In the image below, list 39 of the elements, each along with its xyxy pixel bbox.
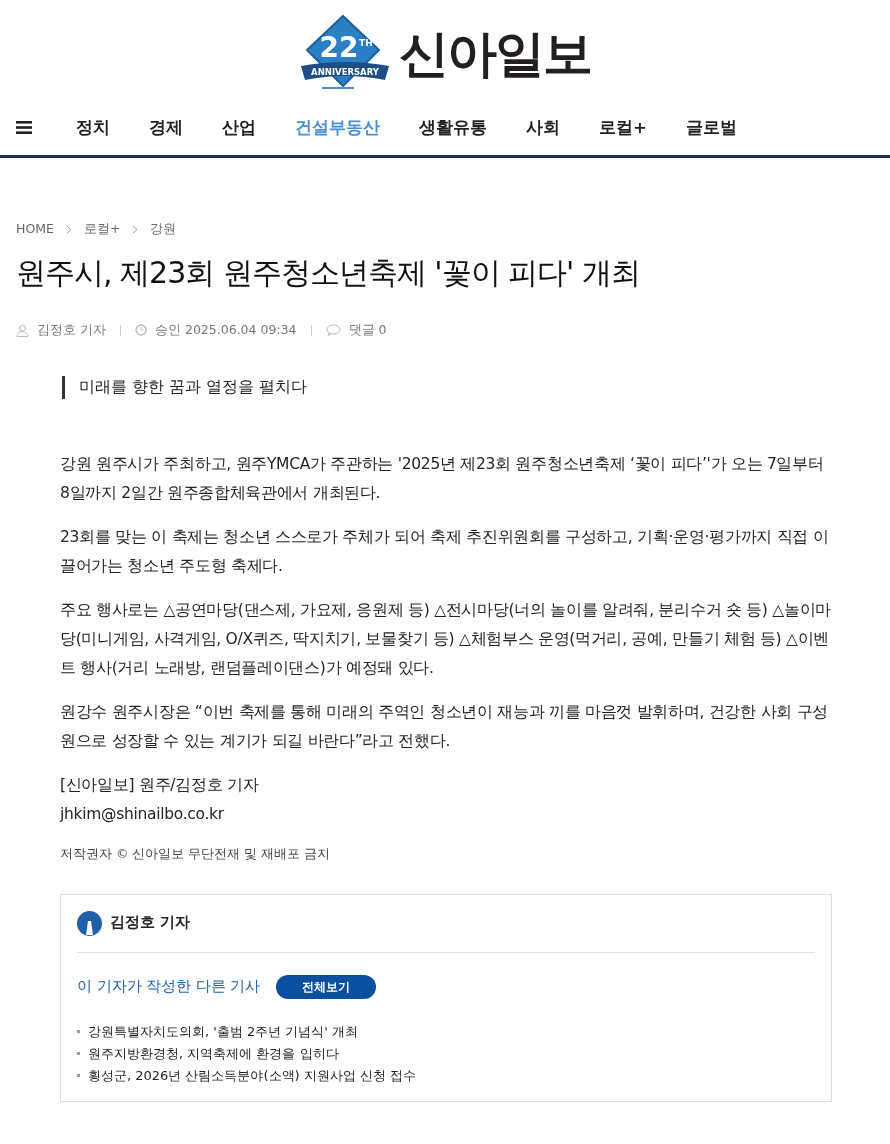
article-link[interactable]: 원주지방환경청, 지역축제에 환경을 입히다 (88, 1042, 339, 1065)
nav-tab[interactable]: 글로벌 (685, 86, 737, 139)
clock-icon (135, 324, 147, 337)
article-title: 원주시, 제23회 원주청소년축제 '꽃이 피다' 개최 (15, 254, 641, 291)
article-paragraph: 23회를 맞는 이 축제는 청소년 스스로가 주체가 되어 축제 추진위원회를 구성하고, 기획·운영·평가까지 직접 이끌어가는 청소년 주도형 축제다. (60, 526, 830, 577)
speech-bubble-icon (325, 324, 341, 337)
bullet-icon (77, 1074, 80, 1077)
other-articles-label: 이 기자가 작성한 다른 기사 (77, 976, 261, 996)
breadcrumb-link[interactable]: HOME (16, 220, 54, 239)
article-paragraph: 강원 원주시가 주최하고, 원주YMCA가 주관하는 '2025년 제23회 원주청소년축제 ‘꽃이 피다’'가 오는 7일부터 8일까지 2일간 원주종합체육관에서 개최된다. (60, 453, 825, 504)
nav-tab[interactable]: 생활유통 (419, 86, 487, 139)
byline-text: [신아일보] 원주/김정호 기자 (60, 774, 260, 796)
publish-date: 승인 2025.06.04 09:34 (155, 320, 297, 339)
person-icon (16, 323, 29, 337)
bullet-icon (77, 1030, 80, 1033)
nav-tab[interactable]: 로컬+ (599, 86, 647, 139)
logo-wordmark[interactable]: 신아일보 (399, 29, 591, 79)
view-all-button[interactable]: 전체보기 (276, 974, 377, 999)
copyright-notice: 저작권자 © 신아일보 무단전재 및 재배포 금지 (60, 844, 332, 863)
breadcrumb-link[interactable]: 강원 (150, 220, 177, 239)
chevron-icon (132, 224, 139, 234)
reporter-email: jhkim@shinailbo.co.kr (60, 803, 225, 825)
article-subtitle: 미래를 향한 꿈과 열정을 펼치다 (62, 375, 832, 399)
article-paragraph: 주요 행사로는 △공연마당(댄스제, 가요제, 응원제 등) △전시마당(너의 놀이를 알려줘, 분리수거 숏 등) △놀이마당(미니게임, 사격게임, O/X퀴즈, 딱지치기, 보물찾기 등) △체험부스 운영(먹거리, 공예, 만들기 체험 등) △이벤트 행사(거리 노래방, 랜덤플레이댄스)가 예정돼 있다. (60, 599, 832, 679)
breadcrumb-link[interactable]: 로컬+ (83, 220, 121, 239)
reporter-avatar (77, 910, 102, 936)
article-paragraph: 원강수 원주시장은 “이번 축제를 통해 미래의 주역인 청소년이 재능과 끼를 마음껏 발휘하며, 건강한 사회 구성원으로 성장할 수 있는 계기가 되길 바란다”라고 전했다. (60, 701, 829, 752)
comment-count: 댓글 0 (348, 320, 387, 339)
article-link[interactable]: 횡성군, 2026년 산림소득분야(소액) 지원사업 신청 접수 (88, 1064, 417, 1087)
chevron-icon (65, 224, 72, 234)
nav-tab[interactable]: 사회 (526, 86, 560, 139)
nav-tab[interactable]: 경제 (149, 86, 183, 139)
menu-icon[interactable] (16, 121, 32, 134)
article-link[interactable]: 강원특별자치도의회, '출범 2주년 기념식' 개최 (88, 1020, 359, 1043)
nav-tab[interactable]: 정치 (76, 86, 110, 139)
nav-tab[interactable]: 산업 (222, 86, 256, 139)
reporter-name: 김정호 기자 (110, 913, 191, 933)
bullet-icon (77, 1052, 80, 1055)
author-name: 김정호 기자 (37, 320, 106, 339)
